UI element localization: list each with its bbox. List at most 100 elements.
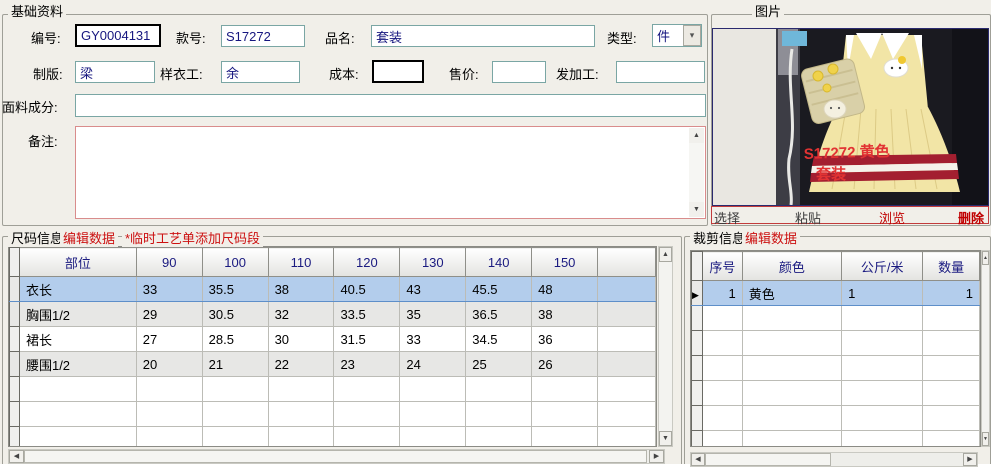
table-cell[interactable] — [841, 305, 924, 331]
empty-table-row[interactable] — [691, 405, 980, 431]
table-cell[interactable] — [597, 426, 656, 446]
browse-image-button[interactable]: 浏览 — [879, 208, 905, 227]
column-header[interactable]: 140 — [465, 247, 533, 277]
table-cell[interactable] — [531, 401, 599, 427]
table-cell[interactable] — [701, 305, 743, 331]
empty-table-row[interactable] — [9, 426, 656, 446]
table-cell[interactable]: 1 — [841, 280, 924, 306]
table-cell[interactable] — [841, 380, 924, 406]
table-cell[interactable] — [531, 426, 599, 446]
scroll-up-icon[interactable]: ▲ — [982, 251, 989, 265]
table-cell[interactable] — [841, 430, 924, 446]
remarks-textarea[interactable]: ▲ ▼ — [75, 126, 706, 219]
table-cell[interactable]: 48 — [531, 276, 599, 302]
delete-image-button[interactable]: 删除 — [958, 208, 984, 227]
row-header-cell[interactable] — [9, 276, 20, 302]
paste-image-button[interactable]: 粘贴 — [795, 208, 821, 227]
column-header[interactable]: 数量 — [922, 251, 980, 281]
table-cell[interactable] — [841, 355, 924, 381]
scroll-down-icon[interactable]: ▼ — [659, 431, 672, 446]
empty-table-row[interactable] — [9, 376, 656, 402]
cut-table-hscrollbar[interactable]: ◀ ▶ — [690, 452, 978, 467]
table-cell[interactable]: 24 — [399, 351, 467, 377]
table-cell[interactable] — [135, 401, 203, 427]
table-row[interactable]: 胸围1/2 29 30.5 32 33.5 35 36.5 38 — [9, 301, 656, 327]
fabric-composition-input[interactable] — [75, 94, 706, 117]
table-cell[interactable] — [597, 376, 656, 402]
table-cell[interactable] — [741, 380, 843, 406]
table-cell[interactable] — [922, 305, 980, 331]
row-header-cell[interactable] — [9, 326, 20, 352]
scroll-right-icon[interactable]: ▶ — [649, 450, 664, 463]
scroll-left-icon[interactable]: ◀ — [9, 450, 24, 463]
column-header[interactable]: 120 — [333, 247, 401, 277]
row-header-cell[interactable] — [691, 405, 703, 431]
table-cell[interactable]: 黄色 — [741, 280, 843, 306]
table-cell[interactable] — [701, 430, 743, 446]
scroll-down-icon[interactable]: ▼ — [689, 202, 704, 217]
table-cell[interactable]: 20 — [135, 351, 203, 377]
table-cell[interactable]: 33 — [399, 326, 467, 352]
column-header[interactable]: 颜色 — [741, 251, 843, 281]
row-header-cell[interactable] — [691, 355, 703, 381]
table-cell[interactable] — [701, 330, 743, 356]
scroll-down-icon[interactable]: ▼ — [982, 432, 989, 446]
table-cell[interactable]: 43 — [399, 276, 467, 302]
price-input[interactable] — [492, 61, 546, 83]
table-cell[interactable]: 33.5 — [333, 301, 401, 327]
table-cell[interactable] — [135, 426, 203, 446]
row-header-cell[interactable] — [691, 430, 703, 446]
code-input[interactable] — [75, 24, 161, 47]
table-cell[interactable]: 36.5 — [465, 301, 533, 327]
table-cell[interactable]: 1 — [922, 280, 980, 306]
pattern-maker-input[interactable] — [75, 61, 155, 83]
size-table-vscrollbar[interactable]: ▲ ▼ — [658, 246, 673, 447]
column-header[interactable]: 序号 — [701, 251, 743, 281]
table-cell-filler[interactable] — [597, 301, 656, 327]
table-cell[interactable]: 腰围1/2 — [18, 351, 137, 377]
column-header[interactable]: 部位 — [18, 247, 137, 277]
table-cell[interactable] — [741, 330, 843, 356]
table-cell[interactable] — [741, 305, 843, 331]
table-cell[interactable] — [465, 376, 533, 402]
table-cell[interactable] — [333, 401, 401, 427]
table-cell[interactable]: 胸围1/2 — [18, 301, 137, 327]
column-header[interactable]: 110 — [267, 247, 335, 277]
row-header-cell[interactable] — [9, 351, 20, 377]
table-cell[interactable] — [841, 405, 924, 431]
table-cell[interactable] — [267, 401, 335, 427]
table-cell[interactable] — [922, 355, 980, 381]
table-cell[interactable]: 25 — [465, 351, 533, 377]
table-cell[interactable] — [741, 405, 843, 431]
empty-table-row[interactable] — [9, 401, 656, 427]
table-cell[interactable]: 45.5 — [465, 276, 533, 302]
table-cell[interactable] — [399, 376, 467, 402]
column-header[interactable]: 150 — [531, 247, 599, 277]
table-cell[interactable]: 衣长 — [18, 276, 137, 302]
table-cell[interactable]: 40.5 — [333, 276, 401, 302]
table-cell[interactable] — [333, 376, 401, 402]
table-cell[interactable] — [201, 376, 269, 402]
table-cell[interactable] — [922, 330, 980, 356]
table-cell[interactable]: 33 — [135, 276, 203, 302]
table-cell[interactable] — [701, 405, 743, 431]
table-cell[interactable] — [399, 426, 467, 446]
row-header-cell[interactable] — [691, 330, 703, 356]
table-cell[interactable] — [922, 405, 980, 431]
table-cell[interactable]: 36 — [531, 326, 599, 352]
table-cell[interactable]: 30.5 — [201, 301, 269, 327]
table-cell[interactable] — [18, 426, 137, 446]
table-cell[interactable]: 22 — [267, 351, 335, 377]
table-cell[interactable]: 35 — [399, 301, 467, 327]
scroll-left-icon[interactable]: ◀ — [691, 453, 705, 466]
table-cell[interactable] — [531, 376, 599, 402]
table-cell[interactable]: 34.5 — [465, 326, 533, 352]
table-cell[interactable] — [922, 430, 980, 446]
table-cell[interactable] — [399, 401, 467, 427]
table-cell[interactable]: 31.5 — [333, 326, 401, 352]
table-cell[interactable] — [741, 355, 843, 381]
table-cell[interactable] — [267, 376, 335, 402]
table-cell[interactable] — [18, 376, 137, 402]
product-name-input[interactable] — [371, 25, 595, 47]
table-cell[interactable]: 21 — [201, 351, 269, 377]
